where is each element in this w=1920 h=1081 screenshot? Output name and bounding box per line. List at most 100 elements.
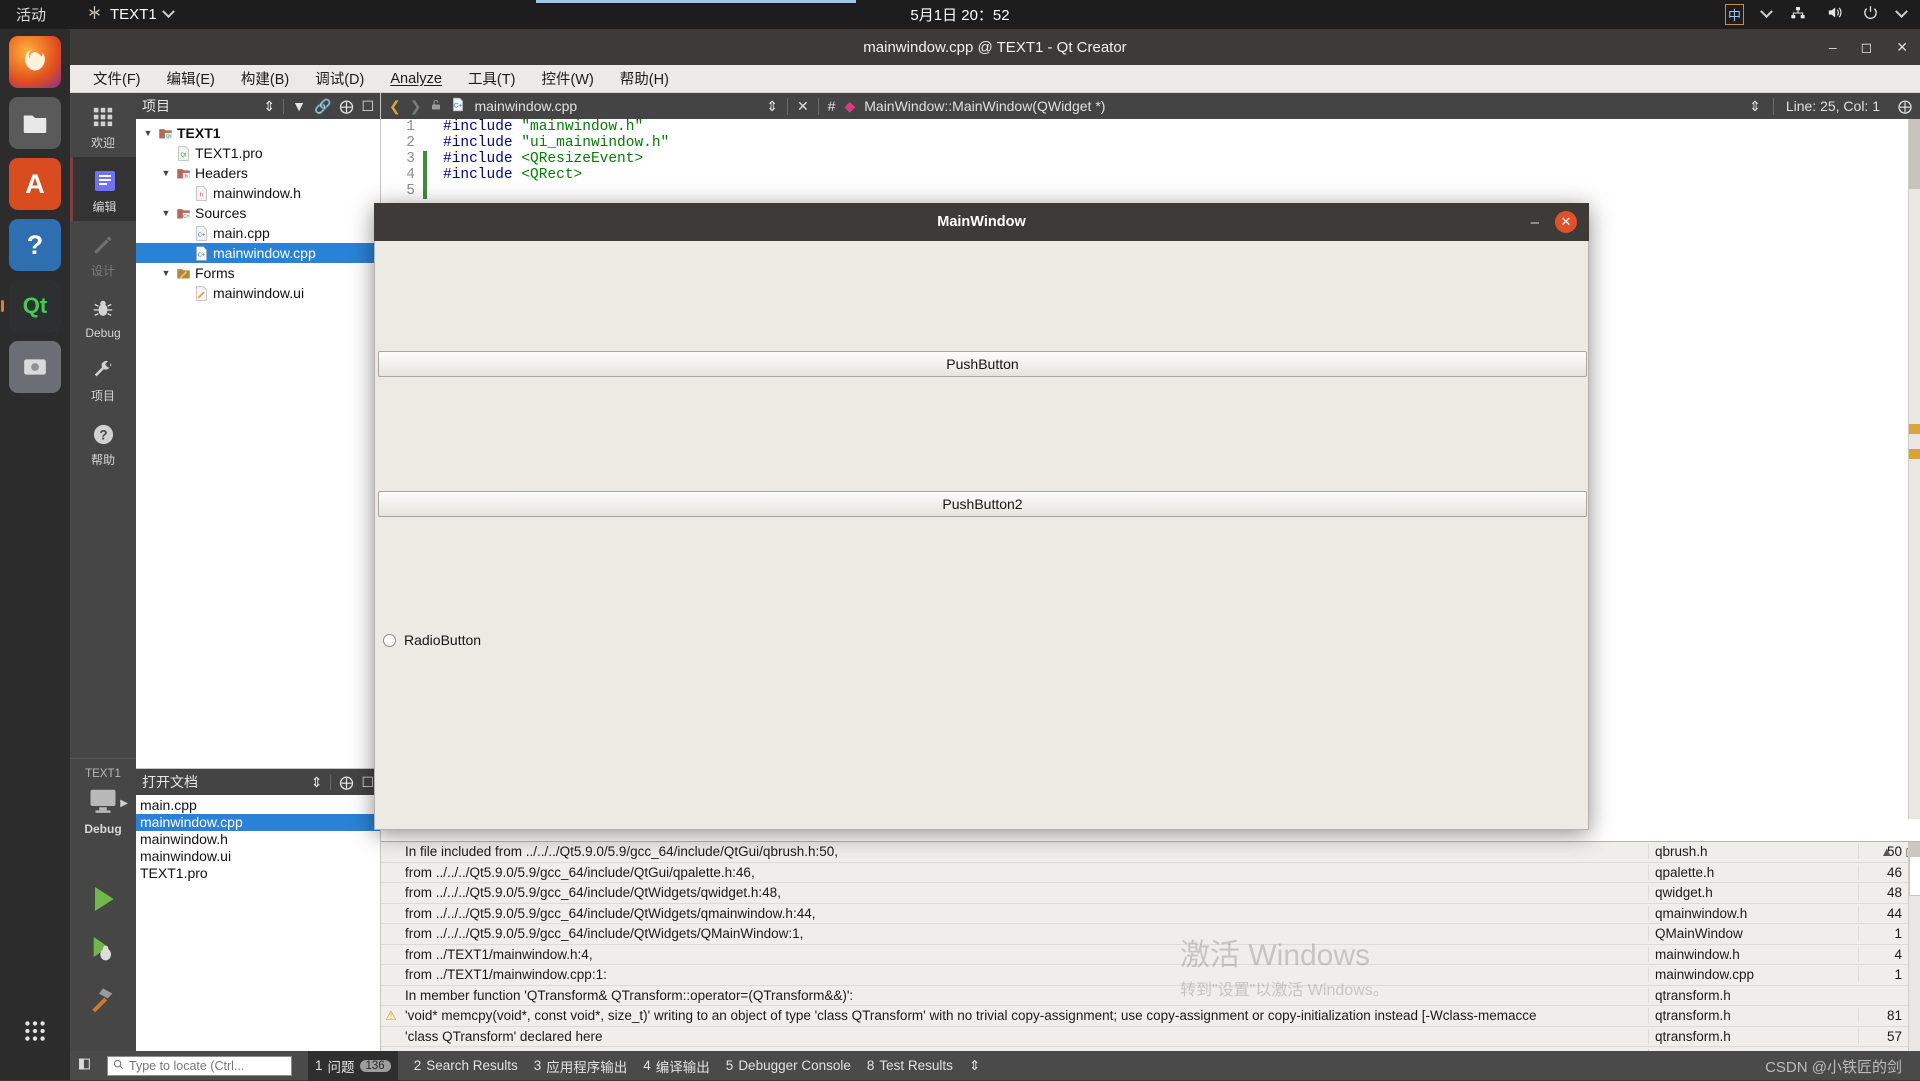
- filter-icon[interactable]: ▼: [292, 98, 306, 114]
- tab-badge: 136: [359, 1059, 391, 1072]
- menu-help[interactable]: 帮助(H): [607, 65, 682, 92]
- monitor-icon[interactable]: ▶: [70, 786, 136, 821]
- mode-help[interactable]: ? 帮助: [70, 410, 136, 474]
- tree-expander-icon[interactable]: ▼: [160, 168, 172, 178]
- mode-projects[interactable]: 项目: [70, 346, 136, 410]
- split-editor-icon[interactable]: ⨁: [1892, 98, 1912, 115]
- dock-item-help[interactable]: ?: [9, 219, 61, 271]
- app-menu[interactable]: TEXT1: [86, 4, 175, 25]
- symbol-dropdown-icon[interactable]: ⇕: [1749, 98, 1761, 115]
- menu-debug[interactable]: 调试(D): [302, 65, 377, 92]
- compile-output-row[interactable]: from ../TEXT1/mainwindow.cpp:1: mainwindo…: [381, 965, 1920, 986]
- compile-output-row[interactable]: In member function 'QTransform& QTransfo…: [381, 986, 1920, 1006]
- volume-icon[interactable]: [1825, 4, 1844, 25]
- open-document-item[interactable]: mainwindow.ui: [136, 848, 380, 865]
- dock-item-files[interactable]: [9, 97, 61, 149]
- unlock-icon[interactable]: [430, 98, 442, 115]
- menu-file[interactable]: 文件(F): [80, 65, 154, 92]
- compile-output-row[interactable]: from ../../../Qt5.9.0/5.9/gcc_64/include…: [381, 904, 1920, 924]
- open-document-item[interactable]: mainwindow.cpp: [136, 814, 380, 831]
- output-scrollbar[interactable]: [1908, 842, 1920, 1051]
- editor-file-name[interactable]: mainwindow.cpp: [474, 98, 577, 114]
- compile-output-row[interactable]: from ../../../Qt5.9.0/5.9/gcc_64/include…: [381, 924, 1920, 945]
- output-pane-tab-编译输出[interactable]: 4 编译输出: [643, 1056, 710, 1076]
- compile-output-row[interactable]: In file included from ../../../Qt5.9.0/5…: [381, 842, 1920, 863]
- tree-item-sources[interactable]: ▼ C+ Sources: [136, 203, 380, 223]
- debug-button[interactable]: [70, 933, 136, 970]
- input-method-indicator[interactable]: 中: [1724, 4, 1744, 25]
- dock-item-firefox[interactable]: [9, 36, 61, 88]
- power-icon[interactable]: [1862, 4, 1879, 25]
- tree-item-text1[interactable]: ▼ Qt TEXT1: [136, 123, 380, 143]
- split-icon[interactable]: ⨁: [339, 774, 353, 791]
- output-pane-tab-search-results[interactable]: 2 Search Results: [414, 1058, 518, 1073]
- maximize-button[interactable]: ◻: [1861, 39, 1873, 56]
- dock-item-software[interactable]: A: [9, 158, 61, 210]
- compile-output-list[interactable]: In file included from ../../../Qt5.9.0/5…: [381, 842, 1920, 1051]
- tree-item-text1-pro[interactable]: Qt TEXT1.pro: [136, 143, 380, 163]
- tree-item-mainwindow-cpp[interactable]: C+ mainwindow.cpp: [136, 243, 380, 263]
- mainwindow-close-button[interactable]: ✕: [1555, 211, 1577, 233]
- tree-item-mainwindow-ui[interactable]: mainwindow.ui: [136, 283, 380, 303]
- output-pane-tab-test-results[interactable]: 8 Test Results: [867, 1058, 953, 1073]
- collapse-icon[interactable]: ▲: [1880, 844, 1893, 860]
- open-document-item[interactable]: mainwindow.h: [136, 831, 380, 848]
- pushbutton-2[interactable]: PushButton2: [378, 491, 1587, 517]
- compile-output-row[interactable]: from ../../../Qt5.9.0/5.9/gcc_64/include…: [381, 863, 1920, 883]
- menu-edit[interactable]: 编辑(E): [154, 65, 228, 92]
- radiobutton-1[interactable]: RadioButton: [383, 632, 481, 648]
- run-button[interactable]: [70, 883, 136, 920]
- close-icon[interactable]: ☐: [361, 774, 374, 791]
- open-document-item[interactable]: TEXT1.pro: [136, 865, 380, 882]
- updown-arrows-icon[interactable]: ⇕: [969, 1058, 980, 1074]
- open-document-item[interactable]: main.cpp: [136, 797, 380, 814]
- link-icon[interactable]: 🔗: [314, 98, 331, 115]
- close-button[interactable]: ✕: [1896, 39, 1908, 56]
- menu-analyze[interactable]: Analyze: [377, 68, 455, 90]
- tree-expander-icon[interactable]: ▼: [142, 128, 154, 138]
- dock-item-show-apps[interactable]: [9, 1005, 61, 1057]
- mode-edit[interactable]: 编辑: [70, 157, 136, 221]
- dock-item-qtcreator[interactable]: Qt: [1, 280, 61, 332]
- close-icon[interactable]: ☐: [361, 98, 374, 115]
- menu-build[interactable]: 构建(B): [228, 65, 302, 92]
- minimize-button[interactable]: –: [1829, 39, 1837, 56]
- chevron-down-icon[interactable]: [1760, 5, 1773, 19]
- chevron-left-icon[interactable]: ❮: [389, 98, 401, 115]
- compile-output-row[interactable]: 'class QTransform' declared here qtransfo…: [381, 1027, 1920, 1047]
- clock[interactable]: 5月1日 20：52: [910, 4, 1009, 25]
- pushbutton-1[interactable]: PushButton: [378, 351, 1587, 377]
- tree-expander-icon[interactable]: ▼: [160, 208, 172, 218]
- network-icon[interactable]: [1789, 5, 1807, 25]
- editor-symbol-name[interactable]: MainWindow::MainWindow(QWidget *): [864, 98, 1105, 114]
- file-dropdown-icon[interactable]: ⇕: [766, 98, 778, 115]
- menu-widgets[interactable]: 控件(W): [528, 65, 606, 92]
- close-document-button[interactable]: ✕: [797, 98, 809, 115]
- compile-output-row[interactable]: ⚠ 'void* memcpy(void*, const void*, size_…: [381, 1006, 1920, 1027]
- tree-item-forms[interactable]: ▼ Forms: [136, 263, 380, 283]
- mode-welcome[interactable]: 欢迎: [70, 93, 136, 157]
- tree-item-mainwindow-h[interactable]: h mainwindow.h: [136, 183, 380, 203]
- mode-debug[interactable]: Debug: [70, 285, 136, 346]
- sidebar-toggle-icon[interactable]: [78, 1057, 91, 1074]
- mainwindow-minimize-button[interactable]: –: [1531, 214, 1539, 231]
- split-icon[interactable]: ⨁: [339, 98, 353, 115]
- sync-icon[interactable]: ⇕: [263, 98, 275, 115]
- output-pane-tab-问题[interactable]: 1 问题 136: [308, 1050, 398, 1081]
- sync-icon[interactable]: ⇕: [311, 774, 323, 791]
- editor-scrollbar[interactable]: [1908, 119, 1920, 819]
- tree-item-main-cpp[interactable]: C+ main.cpp: [136, 223, 380, 243]
- locator-input[interactable]: Type to locate (Ctrl...: [107, 1055, 292, 1076]
- output-pane-tab-应用程序输出[interactable]: 3 应用程序输出: [534, 1056, 628, 1076]
- tree-item-headers[interactable]: ▼ h Headers: [136, 163, 380, 183]
- dock-item-screenshot[interactable]: [9, 341, 61, 393]
- menu-tools[interactable]: 工具(T): [455, 65, 529, 92]
- chevron-down-icon[interactable]: [1895, 5, 1908, 19]
- compile-output-row[interactable]: from ../TEXT1/mainwindow.h:4, mainwindow.…: [381, 945, 1920, 965]
- build-button[interactable]: [70, 983, 136, 1020]
- compile-output-row[interactable]: from ../../../Qt5.9.0/5.9/gcc_64/include…: [381, 883, 1920, 904]
- hash-symbol-label[interactable]: #: [828, 98, 836, 114]
- output-pane-tab-debugger-console[interactable]: 5 Debugger Console: [726, 1058, 851, 1073]
- tree-expander-icon[interactable]: ▼: [160, 268, 172, 278]
- activities-button[interactable]: 活动: [16, 4, 46, 25]
